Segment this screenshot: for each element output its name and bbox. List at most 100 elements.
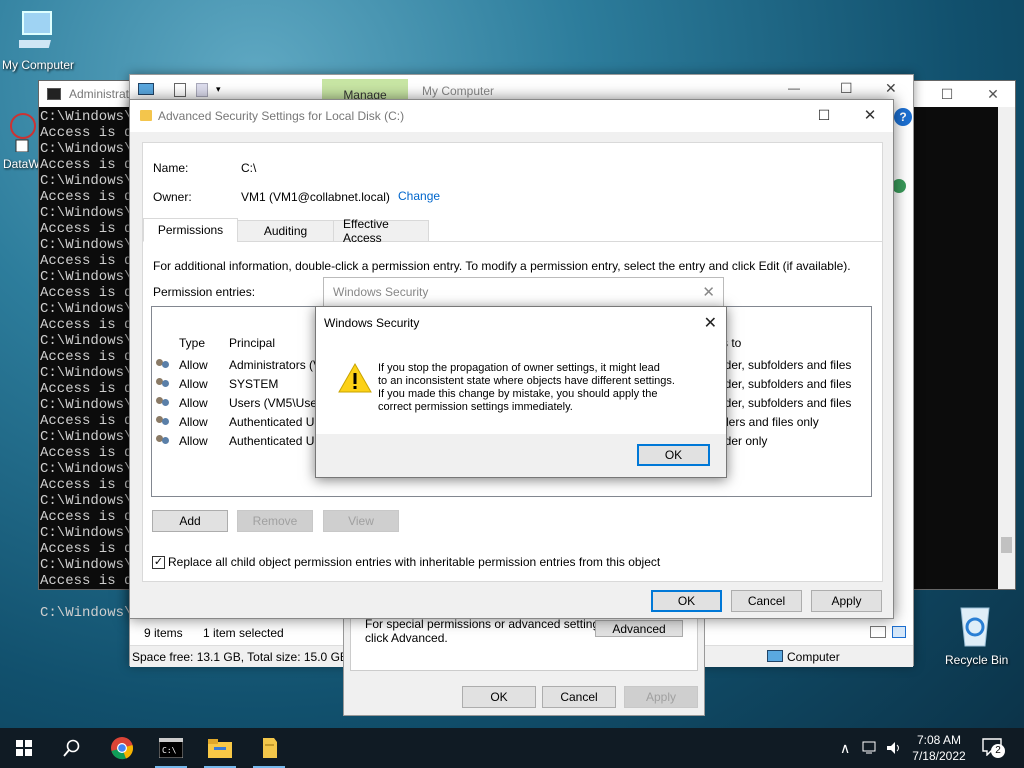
taskbar: C:\ ∧ 7:08 AM 7/18/2022 2 [0, 728, 1024, 768]
permission-entries-label: Permission entries: [153, 285, 256, 299]
computer-small-icon [138, 83, 154, 95]
chrome-icon [111, 737, 133, 760]
start-button[interactable] [0, 728, 48, 768]
cmd-maximize-icon[interactable]: ☐ [925, 81, 969, 107]
properties-qat-icon[interactable] [174, 83, 186, 97]
adv-title: Advanced Security Settings for Local Dis… [158, 109, 405, 123]
row-type: Allow [179, 357, 208, 372]
recycle-bin-label: Recycle Bin [945, 653, 1009, 667]
clock-date: 7/18/2022 [912, 749, 966, 763]
tab-effective-access[interactable]: Effective Access [333, 217, 429, 245]
click-advanced-text: click Advanced. [365, 631, 448, 645]
row-principal: Users (VM5\User [229, 395, 322, 410]
explorer-minimize-icon[interactable]: — [788, 81, 800, 95]
message-line: to an inconsistent state where objects h… [378, 375, 675, 387]
replace-checkbox[interactable]: ✓ [152, 556, 165, 569]
users-icon [155, 358, 171, 372]
tab-permissions[interactable]: Permissions [143, 218, 238, 242]
notification-count: 2 [991, 744, 1005, 758]
dataw-label: DataW [3, 157, 40, 171]
tiles-view-icon[interactable] [892, 626, 906, 638]
users-icon [155, 377, 171, 391]
dialog-close-icon[interactable]: ✕ [704, 313, 717, 333]
row-type: Allow [179, 395, 208, 410]
view-button[interactable]: View [323, 510, 399, 532]
dialog-footer: OK [316, 434, 726, 477]
taskbar-chrome[interactable] [98, 728, 146, 768]
my-computer-label: My Computer [2, 58, 75, 72]
selected-count: 1 item selected [203, 626, 284, 640]
adv-close-icon[interactable]: ✕ [847, 100, 893, 130]
remove-button[interactable]: Remove [237, 510, 313, 532]
cmd-scroll-thumb[interactable] [1001, 537, 1012, 553]
qat-dropdown-icon[interactable]: ▾ [216, 84, 221, 95]
props-apply-button[interactable]: Apply [624, 686, 698, 708]
props-ok-button[interactable]: OK [462, 686, 536, 708]
network-icon[interactable] [862, 741, 880, 755]
taskbar-cmd[interactable]: C:\ [147, 728, 195, 768]
row-principal: Authenticated U [229, 414, 315, 429]
replace-label[interactable]: Replace all child object permission entr… [168, 555, 660, 569]
adv-ok-button[interactable]: OK [651, 590, 722, 612]
users-icon [155, 396, 171, 410]
tab-strip: Permissions Auditing Effective Access [143, 217, 429, 245]
taskbar-file-explorer[interactable] [196, 728, 244, 768]
users-icon [155, 434, 171, 448]
file-explorer-icon [208, 739, 232, 758]
clock[interactable]: 7:08 AM 7/18/2022 [910, 732, 968, 764]
adv-maximize-icon[interactable]: ☐ [801, 100, 847, 130]
info-text: For additional information, double-click… [153, 259, 851, 273]
explorer-close-icon[interactable]: ✕ [885, 80, 897, 97]
dialog-ok-button[interactable]: OK [637, 444, 710, 466]
dataw-desktop-icon[interactable]: DataW [2, 108, 40, 174]
search-button[interactable] [48, 728, 96, 768]
cmd-title: Administrat [69, 87, 130, 101]
owner-value: VM1 (VM1@collabnet.local) [241, 190, 390, 204]
adv-apply-button[interactable]: Apply [811, 590, 882, 612]
adv-titlebar[interactable]: Advanced Security Settings for Local Dis… [130, 100, 893, 132]
notification-center[interactable]: 2 [980, 736, 1008, 760]
add-button[interactable]: Add [152, 510, 228, 532]
explorer-maximize-icon[interactable]: ☐ [840, 80, 853, 97]
adv-cancel-button[interactable]: Cancel [731, 590, 802, 612]
folder-taskbar-icon [263, 738, 277, 758]
new-folder-qat-icon[interactable] [196, 83, 208, 97]
cmd-close-icon[interactable]: ✕ [971, 81, 1015, 107]
dataw-icon [10, 113, 36, 152]
clock-time: 7:08 AM [916, 733, 962, 747]
details-view-icon[interactable] [870, 626, 886, 638]
row-type: Allow [179, 376, 208, 391]
help-icon[interactable]: ? [894, 108, 912, 126]
my-computer-desktop-icon[interactable]: My Computer [2, 8, 78, 76]
dialog-message: If you stop the propagation of owner set… [378, 362, 675, 414]
item-count: 9 items [144, 626, 183, 640]
name-label: Name: [153, 161, 189, 175]
globe-icon [892, 179, 906, 193]
warning-icon [338, 362, 372, 393]
column-type[interactable]: Type [179, 336, 205, 350]
show-hidden-icons[interactable]: ∧ [840, 740, 850, 757]
props-advanced-button[interactable]: Advanced [595, 620, 683, 637]
row-principal: Authenticated U [229, 433, 315, 448]
row-applies: ders and files only [722, 414, 819, 429]
name-value: C:\ [241, 161, 257, 175]
properties-dialog[interactable]: For special permissions or advanced sett… [343, 606, 705, 716]
row-principal: SYSTEM [229, 376, 279, 391]
row-type: Allow [179, 433, 208, 448]
props-cancel-button[interactable]: Cancel [542, 686, 616, 708]
folder-icon [140, 110, 152, 121]
computer-icon [19, 11, 52, 48]
windows-security-dialog[interactable]: Windows Security ✕ If you stop the propa… [315, 306, 727, 478]
windows-icon [16, 740, 32, 756]
column-principal[interactable]: Principal [229, 336, 275, 350]
search-icon [63, 739, 80, 757]
cmd-scrollbar[interactable] [998, 107, 1015, 589]
tab-auditing[interactable]: Auditing [237, 220, 334, 242]
row-applies: lder only [722, 433, 768, 448]
change-owner-link[interactable]: Change [398, 189, 440, 203]
back-dialog-titlebar[interactable]: Windows Security ✕ [324, 278, 723, 306]
taskbar-folder[interactable] [245, 728, 293, 768]
back-dialog-close-icon[interactable]: ✕ [702, 283, 715, 301]
properties-group: For special permissions or advanced sett… [350, 611, 698, 671]
volume-icon[interactable] [886, 741, 902, 755]
